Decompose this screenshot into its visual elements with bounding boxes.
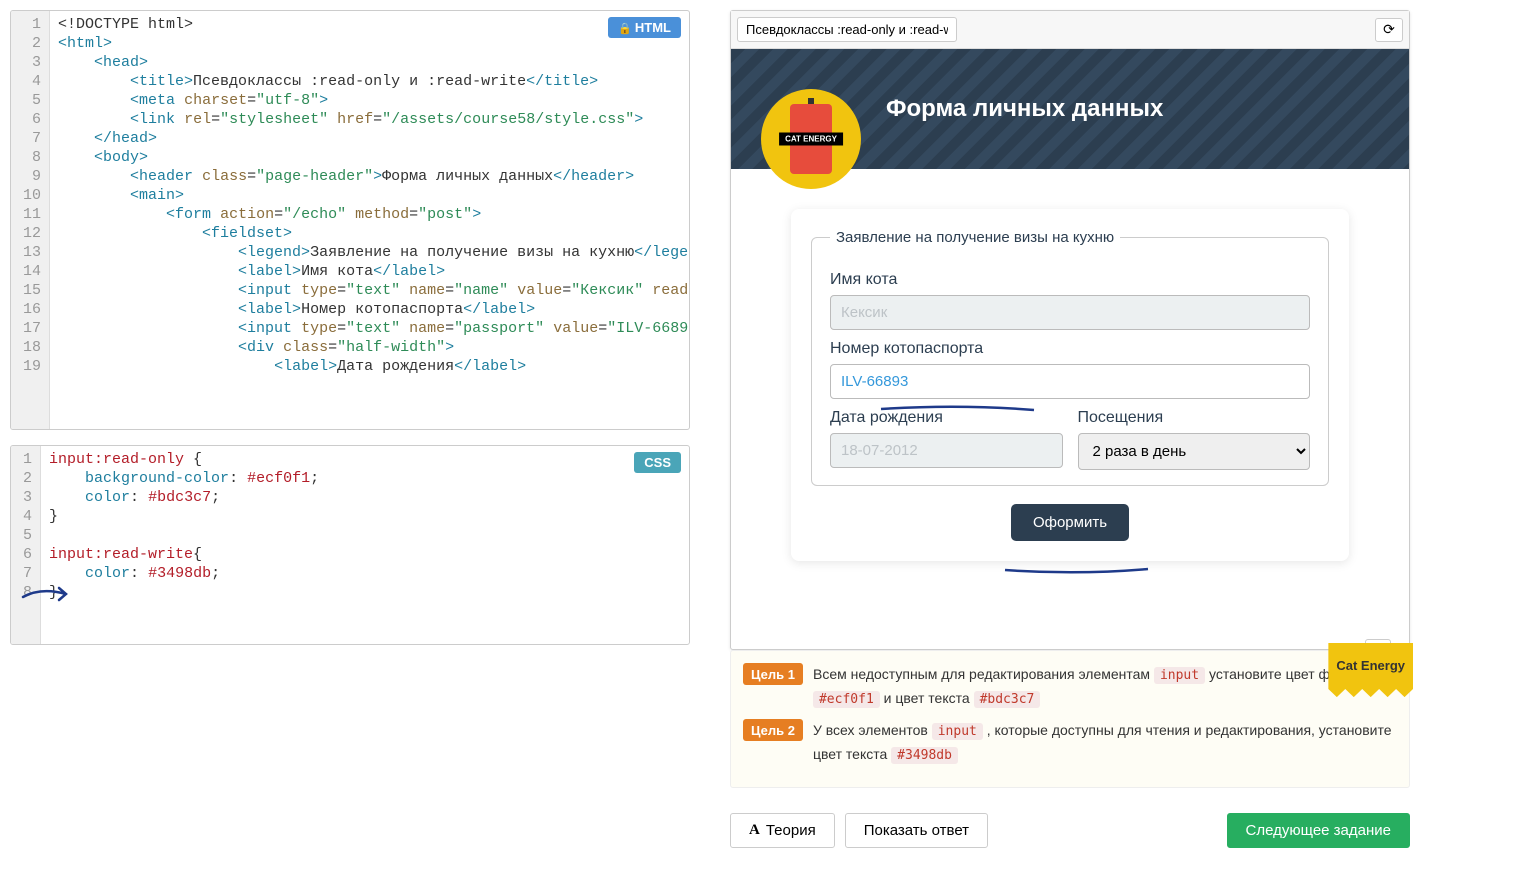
bottom-buttons: AТеория Показать ответ Следующее задание [730, 813, 1410, 848]
html-gutter: 12345678910111213141516171819 [11, 11, 50, 429]
refresh-icon: ⟳ [1383, 21, 1395, 38]
css-badge: CSS [634, 452, 681, 473]
goal-2-text: У всех элементов input , которые доступн… [813, 719, 1397, 767]
passport-label: Номер котопаспорта [830, 340, 1310, 358]
handwritten-underline-submit [1003, 565, 1153, 577]
preview-page-header: CAT ENERGY Форма личных данных [731, 49, 1409, 169]
name-label: Имя кота [830, 271, 1310, 289]
visits-select[interactable]: 2 раза в день [1078, 433, 1311, 470]
html-code-area[interactable]: 12345678910111213141516171819 <!DOCTYPE … [11, 11, 689, 429]
goal-1-text: Всем недоступным для редактирования элем… [813, 663, 1397, 711]
css-editor-panel: CSS 12345678 input:read-only { backgroun… [10, 445, 690, 645]
code-chip: input [1154, 667, 1205, 684]
show-answer-button[interactable]: Показать ответ [845, 813, 988, 848]
visits-label: Посещения [1078, 409, 1311, 427]
name-input[interactable] [830, 295, 1310, 330]
code-chip: #bdc3c7 [974, 691, 1041, 708]
code-chip: #ecf0f1 [813, 691, 880, 708]
refresh-button[interactable]: ⟳ [1375, 18, 1403, 42]
brand-tag: Cat Energy [1328, 643, 1413, 697]
preview-toolbar: ⟳ [731, 11, 1409, 49]
html-badge: HTML [608, 17, 681, 38]
passport-input[interactable] [830, 364, 1310, 399]
dob-label: Дата рождения [830, 409, 1063, 427]
form-legend: Заявление на получение визы на кухню [830, 229, 1120, 246]
css-code-lines[interactable]: input:read-only { background-color: #ecf… [41, 446, 689, 644]
goal-2-tag: Цель 2 [743, 719, 803, 741]
preview-body: CAT ENERGY Форма личных данных Заявление… [731, 49, 1409, 561]
goal-1-tag: Цель 1 [743, 663, 803, 685]
page-title: Форма личных данных [886, 95, 1163, 123]
preview-frame: ⟳ CAT ENERGY Форма личных данных Заявлен… [730, 10, 1410, 650]
css-gutter: 12345678 [11, 446, 41, 644]
code-chip: #3498db [891, 747, 958, 764]
logo-ribbon-text: CAT ENERGY [779, 133, 843, 146]
next-task-button[interactable]: Следующее задание [1227, 813, 1410, 848]
html-editor-panel: HTML 12345678910111213141516171819 <!DOC… [10, 10, 690, 430]
theory-button[interactable]: AТеория [730, 813, 835, 848]
html-code-lines[interactable]: <!DOCTYPE html><html> <head> <title>Псев… [50, 11, 689, 429]
form-fieldset: Заявление на получение визы на кухню Имя… [811, 229, 1329, 486]
code-chip: input [932, 723, 983, 740]
form-card: Заявление на получение визы на кухню Имя… [791, 209, 1349, 561]
goals-panel: ↑ Cat Energy Цель 1 Всем недоступным для… [730, 650, 1410, 788]
preview-title-input[interactable] [737, 17, 957, 42]
css-code-area[interactable]: 12345678 input:read-only { background-co… [11, 446, 689, 644]
font-icon: A [749, 822, 760, 839]
logo-badge: CAT ENERGY [761, 89, 861, 189]
goal-2-row: Цель 2 У всех элементов input , которые … [743, 719, 1397, 767]
goal-1-row: Цель 1 Всем недоступным для редактирован… [743, 663, 1397, 711]
dob-input[interactable] [830, 433, 1063, 468]
submit-button[interactable]: Оформить [1011, 504, 1129, 541]
